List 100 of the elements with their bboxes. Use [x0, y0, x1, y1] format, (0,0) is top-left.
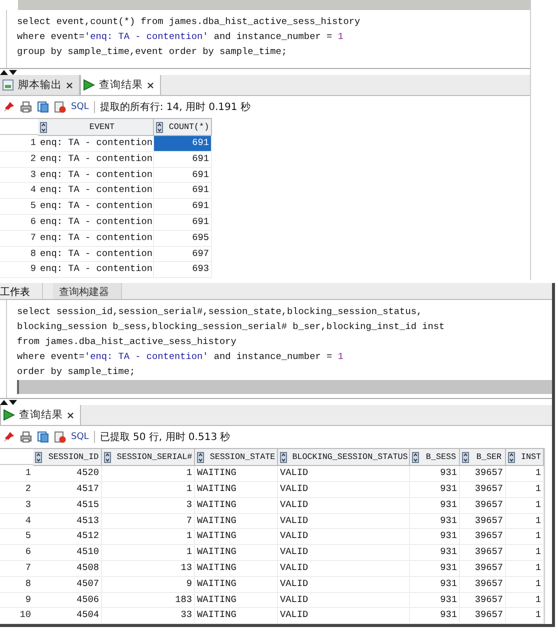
table-cell[interactable]: 39657 — [460, 560, 506, 577]
sort-icon[interactable] — [280, 452, 287, 463]
column-header[interactable]: B_SER — [460, 449, 506, 466]
table-cell[interactable]: VALID — [278, 514, 410, 530]
table-cell[interactable]: 691 — [154, 214, 212, 231]
table-cell[interactable]: 39657 — [460, 529, 506, 546]
table-cell[interactable]: 1 — [102, 529, 195, 546]
table-cell[interactable]: 931 — [410, 514, 460, 530]
table-cell[interactable]: 9 — [102, 576, 195, 593]
table-cell[interactable]: VALID — [278, 482, 410, 498]
table-cell[interactable]: enq: TA - contention — [38, 152, 154, 168]
table-cell[interactable]: 1 — [102, 482, 195, 498]
table-cell[interactable]: enq: TA - contention — [38, 246, 154, 262]
table-cell[interactable]: enq: TA - contention — [38, 230, 154, 247]
table-cell[interactable]: 1 — [506, 608, 544, 624]
close-icon[interactable] — [66, 82, 73, 88]
column-header[interactable]: COUNT(*) — [154, 119, 212, 136]
table-cell[interactable]: VALID — [278, 498, 410, 514]
printer-icon[interactable] — [20, 101, 32, 113]
delete-document-icon[interactable] — [54, 101, 66, 113]
table-cell[interactable]: 1 — [506, 576, 544, 593]
table-cell[interactable]: 1 — [506, 466, 544, 482]
table-cell[interactable]: 695 — [154, 230, 212, 247]
sql-link[interactable]: SQL — [71, 432, 89, 442]
table-cell[interactable]: 931 — [410, 529, 460, 546]
editor-tab[interactable]: 查询构建器 — [53, 283, 122, 300]
table-cell[interactable]: VALID — [278, 545, 410, 561]
table-cell[interactable]: 39657 — [460, 482, 506, 498]
table-cell[interactable]: VALID — [278, 592, 410, 608]
column-header[interactable]: INST — [506, 449, 544, 466]
table-cell[interactable]: 693 — [154, 262, 212, 278]
table-cell[interactable]: 39657 — [460, 592, 506, 608]
table-cell[interactable]: VALID — [278, 576, 410, 593]
table-cell[interactable]: 1 — [506, 545, 544, 561]
table-cell[interactable]: 39657 — [460, 498, 506, 514]
table-cell[interactable]: 691 — [154, 183, 212, 200]
table-cell[interactable]: 931 — [410, 482, 460, 498]
column-header[interactable]: B_SESS — [410, 449, 460, 466]
splitter-arrows-icon[interactable] — [0, 70, 17, 75]
table-cell[interactable]: 691 — [154, 152, 212, 168]
table-cell[interactable]: enq: TA - contention — [38, 214, 154, 231]
table-cell[interactable]: 4510 — [33, 545, 102, 561]
pin-icon[interactable] — [3, 101, 15, 113]
table-cell[interactable]: enq: TA - contention — [38, 199, 154, 215]
sort-icon[interactable] — [156, 122, 163, 132]
sql-link[interactable]: SQL — [71, 102, 89, 112]
table-cell[interactable]: 13 — [102, 560, 195, 577]
table-cell[interactable]: 4520 — [33, 466, 102, 482]
column-header[interactable]: SESSION_SERIAL# — [102, 449, 195, 466]
table-cell[interactable]: 1 — [102, 466, 195, 482]
table-cell[interactable]: 931 — [410, 592, 460, 608]
delete-document-icon[interactable] — [54, 431, 66, 444]
sort-icon[interactable] — [104, 452, 111, 463]
splitter-arrows-icon[interactable] — [0, 400, 17, 406]
table-cell[interactable]: 931 — [410, 498, 460, 514]
table-cell[interactable]: WAITING — [195, 545, 278, 561]
table-cell[interactable]: 4507 — [33, 576, 102, 593]
table-cell[interactable]: 4513 — [33, 514, 102, 530]
table-cell[interactable]: 4504 — [33, 608, 102, 624]
table-cell[interactable]: 1 — [506, 498, 544, 514]
table-cell[interactable]: 931 — [410, 576, 460, 593]
table-cell[interactable]: 4515 — [33, 498, 102, 514]
table-cell[interactable]: WAITING — [195, 592, 278, 608]
table-cell[interactable]: 691 — [154, 136, 212, 152]
sort-icon[interactable] — [412, 452, 419, 463]
table-cell[interactable]: 931 — [410, 466, 460, 482]
table-cell[interactable]: enq: TA - contention — [38, 183, 154, 200]
column-header[interactable]: SESSION_ID — [33, 449, 102, 466]
table-cell[interactable]: 1 — [506, 592, 544, 608]
column-header[interactable]: SESSION_STATE — [195, 449, 278, 466]
sort-icon[interactable] — [197, 452, 204, 463]
table-cell[interactable]: WAITING — [195, 576, 278, 593]
table-cell[interactable]: 39657 — [460, 545, 506, 561]
table-cell[interactable]: 7 — [102, 514, 195, 530]
result-tab[interactable]: 查询结果 — [80, 75, 161, 95]
table-cell[interactable]: enq: TA - contention — [38, 168, 154, 184]
export-icon[interactable] — [37, 431, 49, 444]
table-cell[interactable]: 931 — [410, 545, 460, 561]
sort-icon[interactable] — [40, 122, 47, 132]
table-cell[interactable]: VALID — [278, 608, 410, 624]
table-cell[interactable]: VALID — [278, 560, 410, 577]
table-cell[interactable]: enq: TA - contention — [38, 262, 154, 278]
column-header[interactable]: BLOCKING_SESSION_STATUS — [278, 449, 410, 466]
table-cell[interactable]: 1 — [506, 560, 544, 577]
table-cell[interactable]: 3 — [102, 498, 195, 514]
table-cell[interactable]: WAITING — [195, 514, 278, 530]
export-icon[interactable] — [37, 101, 49, 113]
editor-tab[interactable]: 工作表 — [0, 283, 43, 300]
table-cell[interactable]: 4517 — [33, 482, 102, 498]
table-cell[interactable]: 33 — [102, 608, 195, 624]
table-cell[interactable]: 4512 — [33, 529, 102, 546]
table-cell[interactable]: 39657 — [460, 514, 506, 530]
table-cell[interactable]: 931 — [410, 560, 460, 577]
table-cell[interactable]: WAITING — [195, 529, 278, 546]
table-cell[interactable]: 183 — [102, 592, 195, 608]
table-cell[interactable]: 4506 — [33, 592, 102, 608]
table-cell[interactable]: 931 — [410, 608, 460, 624]
table-cell[interactable]: VALID — [278, 466, 410, 482]
sort-icon[interactable] — [462, 452, 469, 463]
result-tab[interactable]: 脚本输出 — [0, 75, 80, 95]
